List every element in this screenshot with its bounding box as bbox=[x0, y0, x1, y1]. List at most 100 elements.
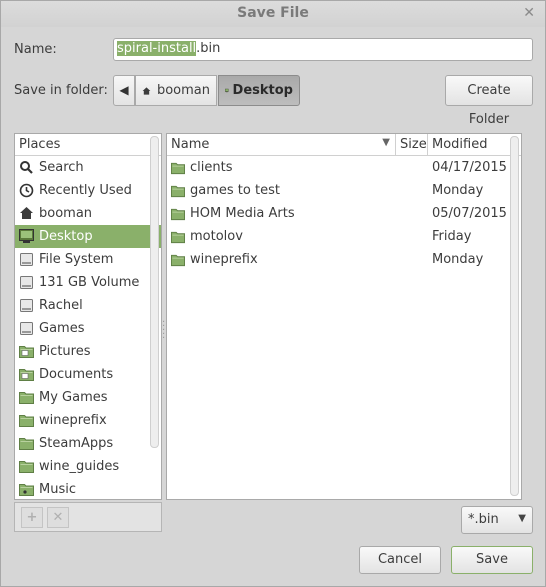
sidebar-item-my-games[interactable]: My Games bbox=[15, 386, 161, 409]
folder-icon bbox=[171, 231, 185, 243]
places-sidebar: Places Search Recently Used booman Desktop F… bbox=[14, 133, 162, 500]
file-list: Name ▼ Size Modified clients 04/17/2015 gam… bbox=[166, 133, 522, 500]
path-crumb-label: Desktop bbox=[232, 83, 293, 98]
file-row[interactable]: HOM Media Arts 05/07/2015 bbox=[167, 202, 521, 225]
cancel-button[interactable]: Cancel bbox=[359, 546, 441, 574]
documents-folder-icon bbox=[19, 369, 34, 381]
sidebar-item-pictures[interactable]: Pictures bbox=[15, 340, 161, 363]
file-row[interactable]: games to test Monday bbox=[167, 179, 521, 202]
sidebar-item-search[interactable]: Search bbox=[15, 156, 161, 179]
folder-icon bbox=[171, 254, 185, 266]
path-crumb-booman[interactable]: booman bbox=[135, 75, 217, 106]
music-folder-icon bbox=[19, 484, 34, 496]
file-type-filter[interactable]: *.bin ▼ bbox=[461, 506, 533, 534]
file-name: games to test bbox=[190, 183, 280, 198]
sidebar-item-label: Pictures bbox=[39, 344, 91, 359]
sidebar-item-file-system[interactable]: File System bbox=[15, 248, 161, 271]
home-icon bbox=[20, 207, 33, 219]
sidebar-item-131-gb-volume[interactable]: 131 GB Volume bbox=[15, 271, 161, 294]
path-crumb-desktop[interactable]: Desktop bbox=[218, 75, 300, 106]
path-crumb-label: booman bbox=[156, 83, 210, 98]
folder-icon bbox=[19, 415, 34, 427]
search-icon bbox=[20, 161, 33, 174]
sidebar-item-label: wineprefix bbox=[39, 413, 107, 428]
sidebar-item-label: Desktop bbox=[39, 229, 93, 244]
sidebar-item-steamapps[interactable]: SteamApps bbox=[15, 432, 161, 455]
filename-input[interactable]: spiral-install.bin bbox=[113, 38, 533, 61]
sidebar-item-games[interactable]: Games bbox=[15, 317, 161, 340]
sidebar-item-wineprefix[interactable]: wineprefix bbox=[15, 409, 161, 432]
file-row[interactable]: clients 04/17/2015 bbox=[167, 156, 521, 179]
home-icon bbox=[142, 86, 151, 95]
column-name[interactable]: Name ▼ bbox=[167, 134, 396, 155]
column-modified[interactable]: Modified bbox=[428, 134, 508, 155]
folder-icon bbox=[171, 185, 185, 197]
file-name-cell: games to test bbox=[167, 183, 428, 198]
file-name-cell: clients bbox=[167, 160, 428, 175]
create-folder-button[interactable]: Create Folder bbox=[445, 75, 533, 127]
folder-icon bbox=[171, 208, 185, 220]
window-title: Save File bbox=[237, 5, 309, 21]
sidebar-item-label: Search bbox=[39, 160, 84, 175]
plus-icon: + bbox=[26, 510, 38, 525]
sidebar-item-recently-used[interactable]: Recently Used bbox=[15, 179, 161, 202]
close-icon: ✕ bbox=[52, 510, 64, 525]
file-row[interactable]: wineprefix Monday bbox=[167, 248, 521, 271]
sidebar-item-rachel[interactable]: Rachel bbox=[15, 294, 161, 317]
filename-selection: spiral-install bbox=[117, 41, 197, 56]
sidebar-item-label: SteamApps bbox=[39, 436, 114, 451]
sidebar-item-documents[interactable]: Documents bbox=[15, 363, 161, 386]
file-name-cell: motolov bbox=[167, 229, 428, 244]
file-row[interactable]: motolov Friday bbox=[167, 225, 521, 248]
sidebar-item-music[interactable]: Music bbox=[15, 478, 161, 499]
sidebar-item-booman[interactable]: booman bbox=[15, 202, 161, 225]
sidebar-item-label: Rachel bbox=[39, 298, 83, 313]
remove-bookmark-button[interactable]: ✕ bbox=[47, 507, 69, 528]
sidebar-item-label: File System bbox=[39, 252, 114, 267]
places-toolbar: + ✕ bbox=[14, 502, 162, 532]
close-icon[interactable]: ✕ bbox=[523, 5, 535, 21]
file-name: HOM Media Arts bbox=[190, 206, 295, 221]
sort-descending-icon: ▼ bbox=[382, 137, 390, 148]
file-modified: Monday bbox=[432, 252, 484, 267]
drive-icon bbox=[20, 322, 33, 335]
sidebar-item-desktop[interactable]: Desktop bbox=[15, 225, 161, 248]
file-name: wineprefix bbox=[190, 252, 258, 267]
chevron-left-icon: ◀ bbox=[119, 83, 129, 97]
save-in-folder-label: Save in folder: bbox=[14, 83, 108, 98]
column-name-label: Name bbox=[171, 137, 210, 152]
sidebar-item-wine-guides[interactable]: wine_guides bbox=[15, 455, 161, 478]
folder-icon bbox=[171, 162, 185, 174]
clock-icon bbox=[19, 183, 34, 198]
folder-icon bbox=[19, 438, 34, 450]
desktop-icon bbox=[19, 229, 34, 243]
sidebar-item-label: 131 GB Volume bbox=[39, 275, 140, 290]
file-modified: Friday bbox=[432, 229, 472, 244]
file-rows: clients 04/17/2015 games to test Monday HOM … bbox=[167, 156, 521, 271]
file-modified: 04/17/2015 bbox=[432, 160, 507, 175]
save-file-dialog: Save File ✕ Name: spiral-install.bin Sav… bbox=[0, 0, 546, 587]
file-modified: 05/07/2015 bbox=[432, 206, 507, 221]
file-modified: Monday bbox=[432, 183, 484, 198]
chevron-down-icon: ▼ bbox=[518, 513, 526, 524]
add-bookmark-button[interactable]: + bbox=[21, 507, 43, 528]
places-scrollbar[interactable] bbox=[150, 136, 159, 448]
sidebar-item-label: Recently Used bbox=[39, 183, 132, 198]
filename-extension: .bin bbox=[196, 41, 221, 56]
places-header: Places bbox=[15, 134, 161, 156]
drive-icon bbox=[20, 299, 33, 312]
file-list-scrollbar[interactable] bbox=[510, 136, 519, 496]
file-list-header: Name ▼ Size Modified bbox=[167, 134, 521, 156]
drive-icon bbox=[20, 276, 33, 289]
column-size[interactable]: Size bbox=[396, 134, 428, 155]
pictures-folder-icon bbox=[19, 346, 34, 358]
save-button[interactable]: Save bbox=[451, 546, 533, 574]
path-back-button[interactable]: ◀ bbox=[113, 75, 135, 106]
file-name-cell: wineprefix bbox=[167, 252, 428, 267]
pane-splitter[interactable]: · · · · · bbox=[162, 318, 165, 344]
file-name-cell: HOM Media Arts bbox=[167, 206, 428, 221]
name-label: Name: bbox=[14, 42, 57, 57]
title-bar[interactable]: Save File ✕ bbox=[1, 1, 545, 27]
sidebar-item-label: Games bbox=[39, 321, 85, 336]
sidebar-item-label: My Games bbox=[39, 390, 108, 405]
